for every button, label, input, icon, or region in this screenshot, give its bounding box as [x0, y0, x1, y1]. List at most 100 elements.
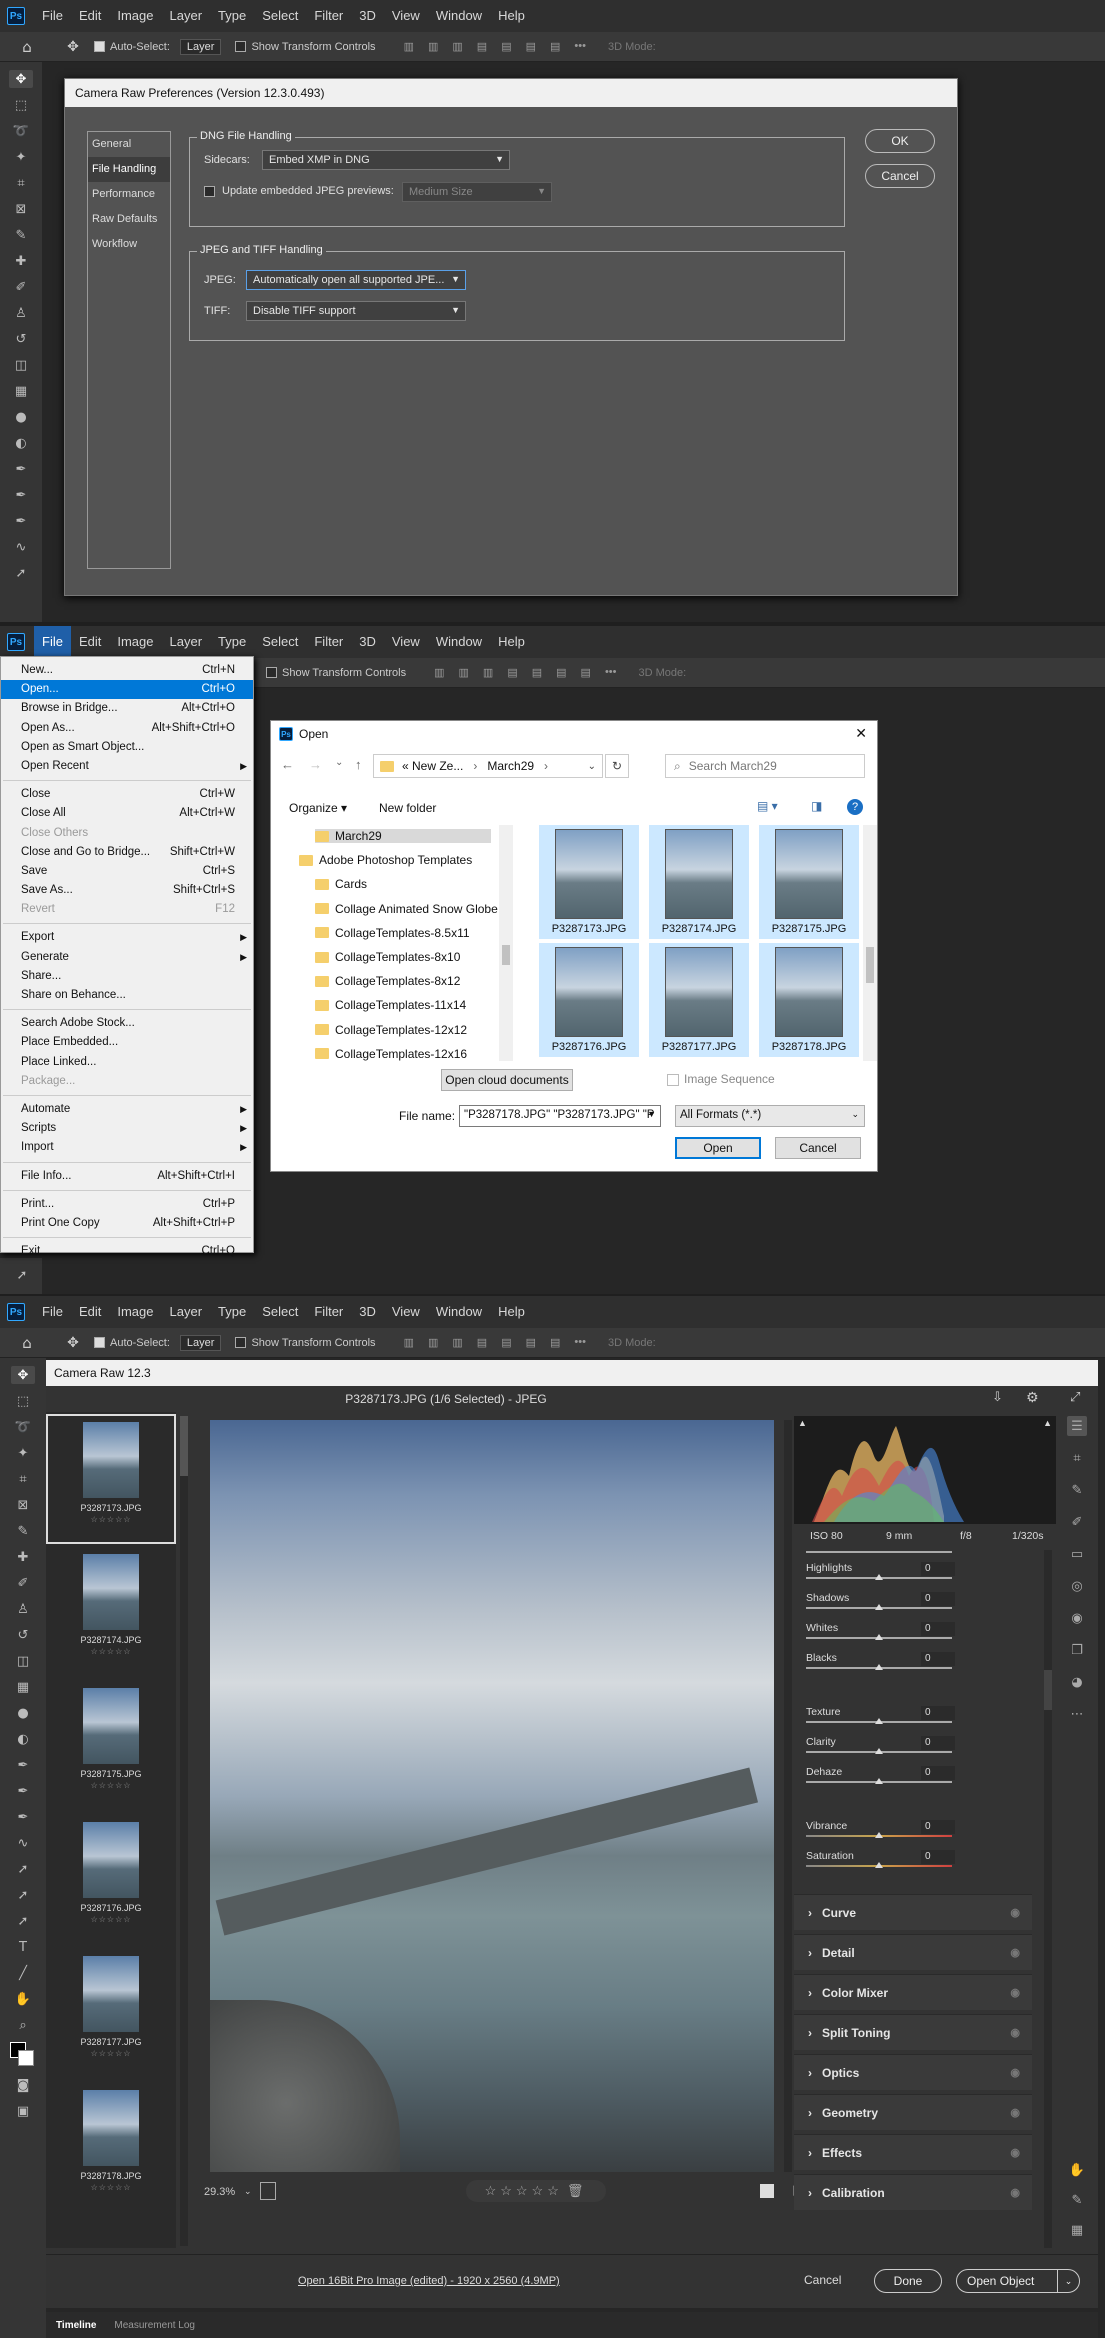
- visibility-eye-icon[interactable]: ◉: [1010, 2186, 1020, 2199]
- line-tool-icon[interactable]: ╱: [11, 1964, 35, 1982]
- menu-layer[interactable]: Layer: [162, 0, 211, 32]
- section-calibration[interactable]: › Calibration ◉: [794, 2174, 1032, 2210]
- file-thumbnail[interactable]: P3287173.JPG: [539, 825, 639, 939]
- preview-pane-icon[interactable]: ◨: [811, 799, 822, 813]
- tree-scrollbar[interactable]: [499, 825, 513, 1061]
- folder-tree-item[interactable]: Collage Animated Snow Globe: [315, 902, 498, 916]
- slider-thumb[interactable]: [875, 1778, 883, 1784]
- color-swatches[interactable]: [10, 2042, 36, 2068]
- ok-button[interactable]: OK: [865, 129, 935, 153]
- move-tool-icon[interactable]: ✥: [9, 70, 33, 88]
- update-previews-checkbox[interactable]: [204, 186, 215, 197]
- dodge-tool-icon[interactable]: ◐: [9, 434, 33, 452]
- folder-tree-item[interactable]: CollageTemplates-12x16: [315, 1047, 467, 1061]
- align-icon[interactable]: ▤: [526, 1336, 536, 1349]
- menu-type[interactable]: Type: [210, 0, 254, 32]
- path-select-icon[interactable]: ➚: [11, 1860, 35, 1878]
- marquee-tool-icon[interactable]: ⬚: [11, 1392, 35, 1410]
- hand-tool-icon[interactable]: ✋: [11, 1990, 35, 2008]
- trash-icon[interactable]: 🗑: [567, 2183, 588, 2198]
- search-box[interactable]: ⌕ Search March29: [665, 754, 865, 778]
- home-icon[interactable]: ⌂: [12, 38, 42, 56]
- slider-value[interactable]: 0: [921, 1820, 955, 1834]
- crop-tool-icon[interactable]: ⌗: [9, 174, 33, 192]
- nav-workflow[interactable]: Workflow: [88, 232, 170, 257]
- rating-stars[interactable]: ☆☆☆☆☆: [91, 1647, 132, 1656]
- curvature-pen-icon[interactable]: ∿: [9, 538, 33, 556]
- search-input[interactable]: Search March29: [689, 759, 777, 773]
- visibility-eye-icon[interactable]: ◉: [1010, 2106, 1020, 2119]
- rating-stars[interactable]: ☆☆☆☆☆: [91, 2049, 132, 2058]
- more-icon[interactable]: •••: [605, 666, 617, 679]
- history-brush-icon[interactable]: ↺: [9, 330, 33, 348]
- align-icon[interactable]: ▥: [452, 1336, 462, 1349]
- magic-wand-icon[interactable]: ✦: [11, 1444, 35, 1462]
- color-sampler-icon[interactable]: ✎: [1067, 2190, 1087, 2210]
- frame-tool-icon[interactable]: ⊠: [11, 1496, 35, 1514]
- tiff-dropdown[interactable]: Disable TIFF support ▼: [246, 301, 466, 321]
- quick-mask-icon[interactable]: ◙: [11, 2076, 35, 2094]
- menu-3d[interactable]: 3D: [351, 1296, 384, 1328]
- filmstrip-thumbnail[interactable]: P3287176.JPG ☆☆☆☆☆: [46, 1816, 176, 1946]
- menu-file[interactable]: File: [34, 1296, 71, 1328]
- curvature-pen-icon[interactable]: ∿: [11, 1834, 35, 1852]
- more-icon[interactable]: •••: [574, 1336, 586, 1349]
- pen-tool-icon[interactable]: ✒: [11, 1756, 35, 1774]
- visibility-eye-icon[interactable]: ◉: [1010, 1946, 1020, 1959]
- menu-layer[interactable]: Layer: [162, 626, 211, 658]
- file-menu-item[interactable]: Import ▶: [1, 1138, 253, 1157]
- zoom-tool-icon[interactable]: ⌕: [11, 2016, 35, 2034]
- open-button[interactable]: Open: [675, 1137, 761, 1159]
- slider-thumb[interactable]: [875, 1574, 883, 1580]
- align-icon[interactable]: ▥: [452, 40, 462, 53]
- align-icon[interactable]: ▤: [532, 666, 542, 679]
- section-detail[interactable]: › Detail ◉: [794, 1934, 1032, 1970]
- file-menu-item[interactable]: New... Ctrl+N: [1, 661, 253, 680]
- slider-value[interactable]: 0: [921, 1592, 955, 1606]
- auto-select-target-dropdown[interactable]: Layer: [179, 38, 222, 55]
- folder-tree-item[interactable]: CollageTemplates-8.5x11: [315, 926, 470, 940]
- healing-brush-icon[interactable]: ✚: [9, 252, 33, 270]
- file-menu-item[interactable]: Generate ▶: [1, 948, 253, 967]
- slider-thumb[interactable]: [875, 1832, 883, 1838]
- rating-stars[interactable]: ☆☆☆☆☆ 🗑: [466, 2180, 606, 2202]
- section-split-toning[interactable]: › Split Toning ◉: [794, 2014, 1032, 2050]
- align-icon[interactable]: ▥: [434, 666, 444, 679]
- filmstrip-thumbnail[interactable]: P3287173.JPG ☆☆☆☆☆: [46, 1414, 176, 1544]
- menu-image[interactable]: Image: [109, 1296, 161, 1328]
- menu-select[interactable]: Select: [254, 0, 306, 32]
- section-geometry[interactable]: › Geometry ◉: [794, 2094, 1032, 2130]
- slider-whites[interactable]: Whites 0: [794, 1620, 1034, 1640]
- preview-scrollbar[interactable]: [784, 1420, 792, 2172]
- menu-help[interactable]: Help: [490, 626, 533, 658]
- blur-tool-icon[interactable]: ●: [9, 408, 33, 426]
- slider-value[interactable]: 0: [921, 1622, 955, 1636]
- menu-layer[interactable]: Layer: [162, 1296, 211, 1328]
- grid-scrollbar[interactable]: [863, 825, 877, 1061]
- eraser-icon[interactable]: ◫: [11, 1652, 35, 1670]
- brush-tool-icon[interactable]: ✐: [9, 278, 33, 296]
- breadcrumb-item[interactable]: March29: [487, 759, 534, 773]
- section-optics[interactable]: › Optics ◉: [794, 2054, 1032, 2090]
- chevron-down-icon[interactable]: ⌄: [1057, 2270, 1079, 2292]
- slider-thumb[interactable]: [875, 1718, 883, 1724]
- nav-raw-defaults[interactable]: Raw Defaults: [88, 207, 170, 232]
- menu-3d[interactable]: 3D: [351, 0, 384, 32]
- slider-value[interactable]: 0: [921, 1736, 955, 1750]
- visibility-eye-icon[interactable]: ◉: [1010, 2026, 1020, 2039]
- file-menu-item[interactable]: Automate ▶: [1, 1100, 253, 1119]
- menu-view[interactable]: View: [384, 1296, 428, 1328]
- auto-select-checkbox[interactable]: [94, 1337, 105, 1348]
- menu-file[interactable]: File: [34, 0, 71, 32]
- hand-tool-icon[interactable]: ✋: [1067, 2160, 1087, 2180]
- menu-type[interactable]: Type: [210, 1296, 254, 1328]
- slider-value[interactable]: 0: [921, 1706, 955, 1720]
- gradient-tool-icon[interactable]: ▦: [11, 1678, 35, 1696]
- file-menu-item[interactable]: Open As... Alt+Shift+Ctrl+O: [1, 719, 253, 738]
- file-menu-item[interactable]: Place Linked...: [1, 1053, 253, 1072]
- slider-thumb[interactable]: [875, 1604, 883, 1610]
- update-previews-dropdown[interactable]: Medium Size ▼: [402, 182, 552, 202]
- file-thumbnail[interactable]: P3287177.JPG: [649, 943, 749, 1057]
- pen-tool-icon[interactable]: ✒: [9, 486, 33, 504]
- file-thumbnail[interactable]: P3287175.JPG: [759, 825, 859, 939]
